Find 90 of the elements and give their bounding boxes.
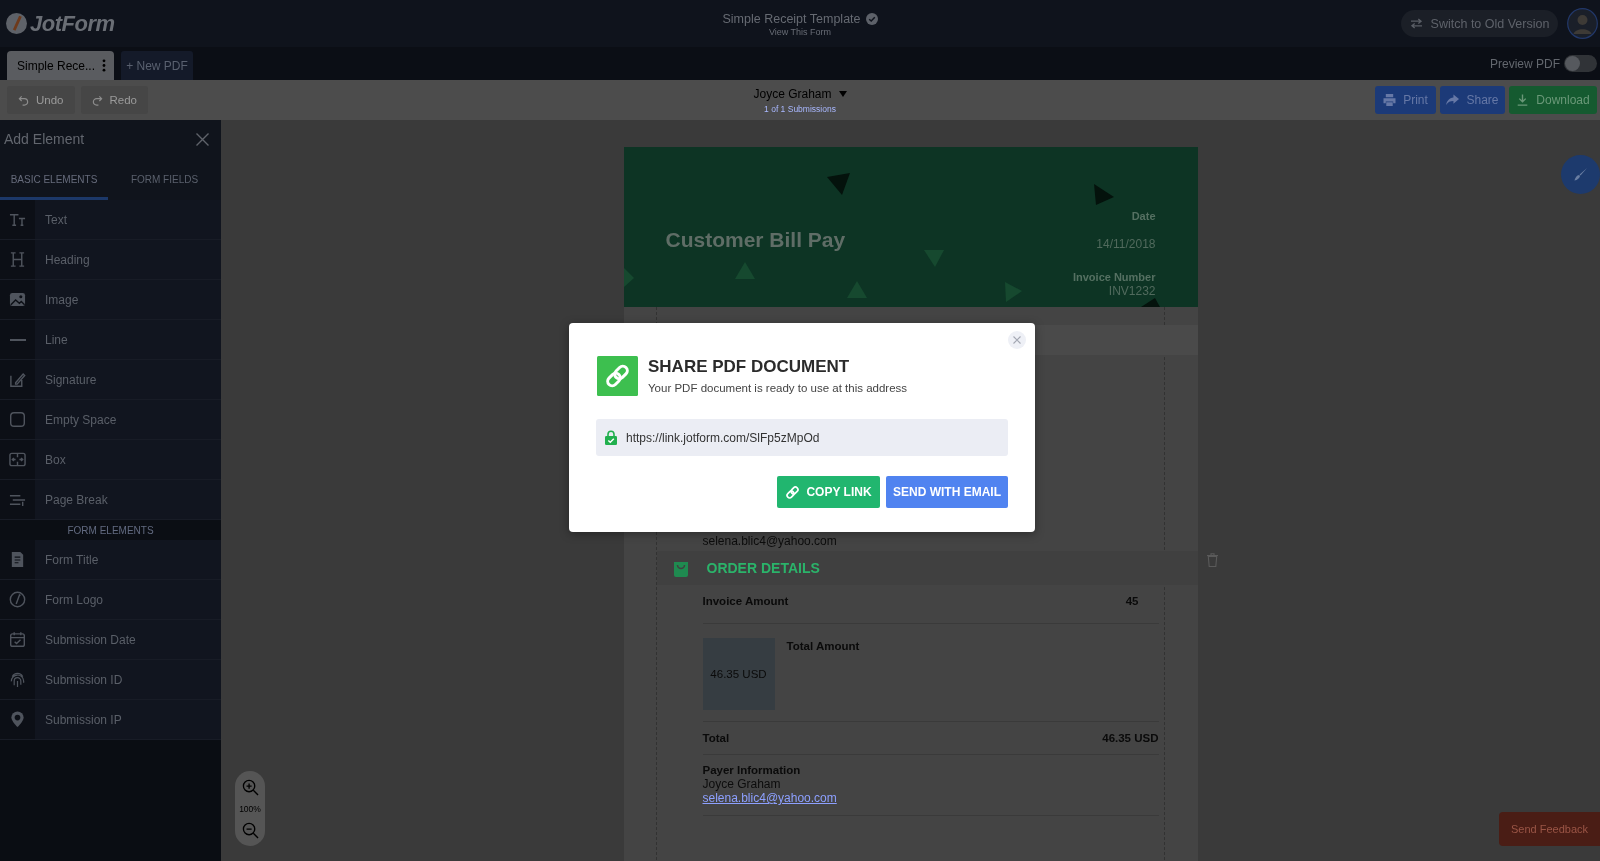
switch-version-button[interactable]: Switch to Old Version [1401,10,1558,37]
heading-icon [9,251,26,268]
invoice-number-label: Invoice Number [1072,270,1156,284]
sidebar-item[interactable]: Empty Space [0,400,221,440]
payer-email-link[interactable]: selena.blic4@yahoo.com [702,791,837,805]
lock-check-icon [605,430,617,445]
close-button[interactable] [1008,331,1026,349]
check-circle-icon [865,13,878,25]
preview-pdf-label: Preview PDF [1490,56,1560,71]
date-label: Date [1131,209,1156,223]
caret-icon [838,91,847,97]
download-button[interactable]: Download [1509,86,1597,114]
line-icon [9,338,26,341]
sidebar-title: Add Element [4,131,85,147]
url-field[interactable]: https://link.jotform.com/SlFp5zMpOd [596,419,1008,456]
sidebar-item[interactable]: Image [0,280,221,320]
payer-info-label: Payer Information [702,763,801,777]
copy-link-button[interactable]: COPY LINK [777,476,880,508]
square-icon [9,411,26,428]
sidebar-item[interactable]: Line [0,320,221,360]
total-value: 46.35 USD [1102,731,1159,746]
sidebar-item[interactable]: Form Logo [0,580,221,620]
redo-button[interactable]: Redo [80,86,148,114]
triangle-decoration [1093,184,1114,205]
close-icon[interactable] [196,132,209,146]
send-feedback-button[interactable]: Send Feedback [1499,812,1600,846]
triangle-decoration [826,173,850,195]
dialog-title: SHARE PDF DOCUMENT [648,357,851,377]
new-pdf-button[interactable]: + New PDF [121,51,193,80]
swap-arrows-icon [1409,18,1423,29]
undo-button[interactable]: Undo [7,86,75,114]
form-title[interactable]: Simple Receipt Template [722,12,861,26]
triangle-decoration [623,268,634,287]
payer-email-text: selena.blic4@yahoo.com [702,534,837,548]
sidebar-item[interactable]: Box [0,440,221,480]
link-icon [785,484,801,500]
dialog-subtitle: Your PDF document is ready to use at this address [648,381,908,395]
image-icon [9,291,26,308]
logo-text[interactable]: JotForm [30,10,115,37]
redo-icon [91,94,103,106]
kebab-menu-icon[interactable] [102,59,106,72]
brush-icon [1573,167,1588,182]
sidebar-item[interactable]: Signature [0,360,221,400]
document-icon [9,551,26,568]
sidebar-tab[interactable]: FORM FIELDS [108,158,221,200]
date-value: 14/11/2018 [1096,237,1156,251]
invoice-amount-label: Invoice Amount [702,594,789,609]
close-icon [1013,336,1021,344]
box-layout-icon [9,451,26,468]
submission-count: 1 of 1 Submissions [764,104,836,114]
section-title: ORDER DETAILS [706,560,820,576]
avatar-icon[interactable] [1567,8,1598,39]
invoice-number-value: INV1232 [1108,284,1156,298]
sidebar-item[interactable]: Submission Date [0,620,221,660]
view-form-link[interactable]: View This Form [768,27,832,37]
printer-icon [1383,94,1397,106]
sidebar-item[interactable]: Page Break [0,480,221,520]
triangle-decoration [1140,298,1160,307]
map-pin-icon [9,711,26,728]
pdf-tab[interactable]: Simple Rece... [7,51,114,80]
sidebar-item[interactable]: Submission IP [0,700,221,740]
sidebar-item[interactable]: Text [0,200,221,240]
text-format-icon [9,211,26,228]
payer-name: Joyce Graham [702,777,781,791]
link-icon [597,356,638,396]
preview-toggle[interactable] [1564,55,1597,72]
sidebar-item[interactable]: Form Title [0,540,221,580]
share-button[interactable]: Share [1440,86,1505,114]
invoice-amount-value: 45 [1125,594,1139,609]
download-icon [1516,94,1530,106]
fingerprint-icon [9,671,26,688]
send-email-button[interactable]: SEND WITH EMAIL [886,476,1008,508]
logo-icon[interactable] [6,13,27,34]
total-amount-label: Total Amount [786,639,860,654]
zoom-out-icon[interactable] [241,822,259,839]
trash-icon[interactable] [1206,553,1218,567]
print-button[interactable]: Print [1375,86,1436,114]
sidebar-item[interactable]: Submission ID [0,660,221,700]
zoom-in-icon[interactable] [241,779,259,796]
shopping-bag-icon [672,559,689,577]
calendar-check-icon [9,631,26,648]
signature-icon [9,371,26,388]
submission-selector[interactable]: Joyce Graham [753,86,847,102]
sidebar-item[interactable]: Heading [0,240,221,280]
circle-pen-icon [9,591,26,608]
total-label: Total [702,731,730,746]
receipt-title: Customer Bill Pay [665,228,846,252]
share-arrow-icon [1446,94,1460,106]
zoom-level: 100% [239,804,261,814]
undo-icon [18,94,29,106]
